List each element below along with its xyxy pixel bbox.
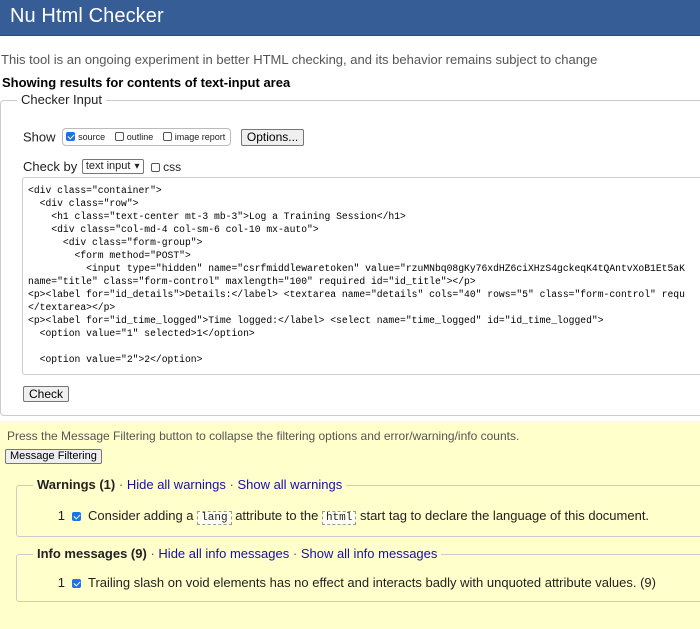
page-title: Nu Html Checker [10,5,164,27]
code-line: <option value="1" selected>1</option> [39,328,255,339]
showing-results-heading: Showing results for contents of text-inp… [2,75,291,90]
show-source-option[interactable]: source [66,132,105,142]
check-button[interactable]: Check [23,386,70,402]
source-code: <div class="container"> <div class="row"… [23,178,700,372]
warning-row: 1 Consider adding a lang attribute to the… [53,508,650,525]
show-all-info-link[interactable]: Show all info messages [301,546,438,561]
checker-input-fieldset: Checker Input Show source outline image … [0,92,700,416]
code-line: <p><label for="id_details">Details:</lab… [28,289,685,300]
check-by-label: Check by [23,159,78,175]
separator: · [118,477,124,492]
warnings-title: Warnings (1) [37,477,116,492]
show-label: Show [23,129,56,145]
warning-text-mid: attribute to the [235,508,319,523]
source-option-label: source [78,132,106,142]
warning-checkbox[interactable] [72,512,81,521]
app-header: Nu Html Checker [0,0,700,36]
info-legend: Info messages (9) · Hide all info messag… [33,546,442,561]
show-outline-option[interactable]: outline [114,132,154,142]
check-by-row: Check by text input ▾ css [23,158,181,175]
info-row: 1 Trailing slash on void elements has no … [53,575,656,590]
warning-text-after: start tag to declare the language of thi… [359,508,650,523]
code-line: <p><label for="id_time_logged">Time logg… [28,315,604,326]
outline-option-label: outline [126,132,154,142]
intro-text: This tool is an ongoing experiment in be… [1,52,598,67]
code-line: <form method="POST"> [74,250,191,261]
source-textarea[interactable]: <div class="container"> <div class="row"… [22,177,700,375]
code-line: <div class="form-group"> [62,237,203,248]
show-image-report-option[interactable]: image report [162,132,226,142]
info-text: Trailing slash on void elements has no e… [88,575,656,590]
hide-all-info-link[interactable]: Hide all info messages [158,546,289,561]
code-line: <input type="hidden" name="csrfmiddlewar… [86,263,685,274]
hide-all-warnings-link[interactable]: Hide all warnings [127,477,226,492]
source-checkbox[interactable] [66,132,76,141]
code-line: <div class="col-md-4 col-sm-6 col-10 mx-… [51,224,319,235]
code-line: </textarea></p> [28,302,116,313]
warning-text-before: Consider adding a [88,508,194,523]
code-line: name="title" class="form-control" maxlen… [28,276,476,287]
check-by-select[interactable]: text input ▾ [81,159,144,175]
message-filtering-button[interactable]: Message Filtering [5,449,102,464]
warnings-fieldset: Warnings (1) · Hide all warnings · Show … [16,477,700,537]
show-all-warnings-link[interactable]: Show all warnings [237,477,342,492]
info-title: Info messages (9) [37,546,147,561]
separator: · [229,477,234,492]
separator: · [292,546,298,561]
checker-input-legend: Checker Input [17,92,106,107]
code-line: <h1 class="text-center mt-3 mb-3">Log a … [51,211,406,222]
chevron-down-icon: ▾ [134,161,140,173]
check-by-value: text input [85,160,131,173]
code-line: <option value="2">2</option> [28,354,203,365]
outline-checkbox[interactable] [114,132,124,141]
css-option[interactable]: css [151,160,181,174]
css-option-label: css [163,159,182,174]
warning-row-number: 1 [57,508,65,523]
warnings-legend: Warnings (1) · Hide all warnings · Show … [33,477,347,492]
code-line: <div class="row"> [39,198,139,209]
show-options-row: Show source outline image report Options… [23,128,305,146]
image-report-checkbox[interactable] [162,132,172,141]
image-report-option-label: image report [174,132,226,142]
info-checkbox[interactable] [72,579,81,588]
message-filtering-area: Press the Message Filtering button to co… [0,421,700,629]
options-button[interactable]: Options... [240,128,305,146]
filter-instructions: Press the Message Filtering button to co… [7,429,520,443]
show-options-group: source outline image report [62,128,232,146]
separator: · [150,546,155,561]
info-row-number: 1 [57,575,65,590]
warning-code-lang: lang [197,511,232,525]
info-fieldset: Info messages (9) · Hide all info messag… [16,546,700,602]
css-checkbox[interactable] [151,162,161,172]
code-line: <div class="container"> [28,185,162,196]
warning-code-html: html [321,511,357,525]
